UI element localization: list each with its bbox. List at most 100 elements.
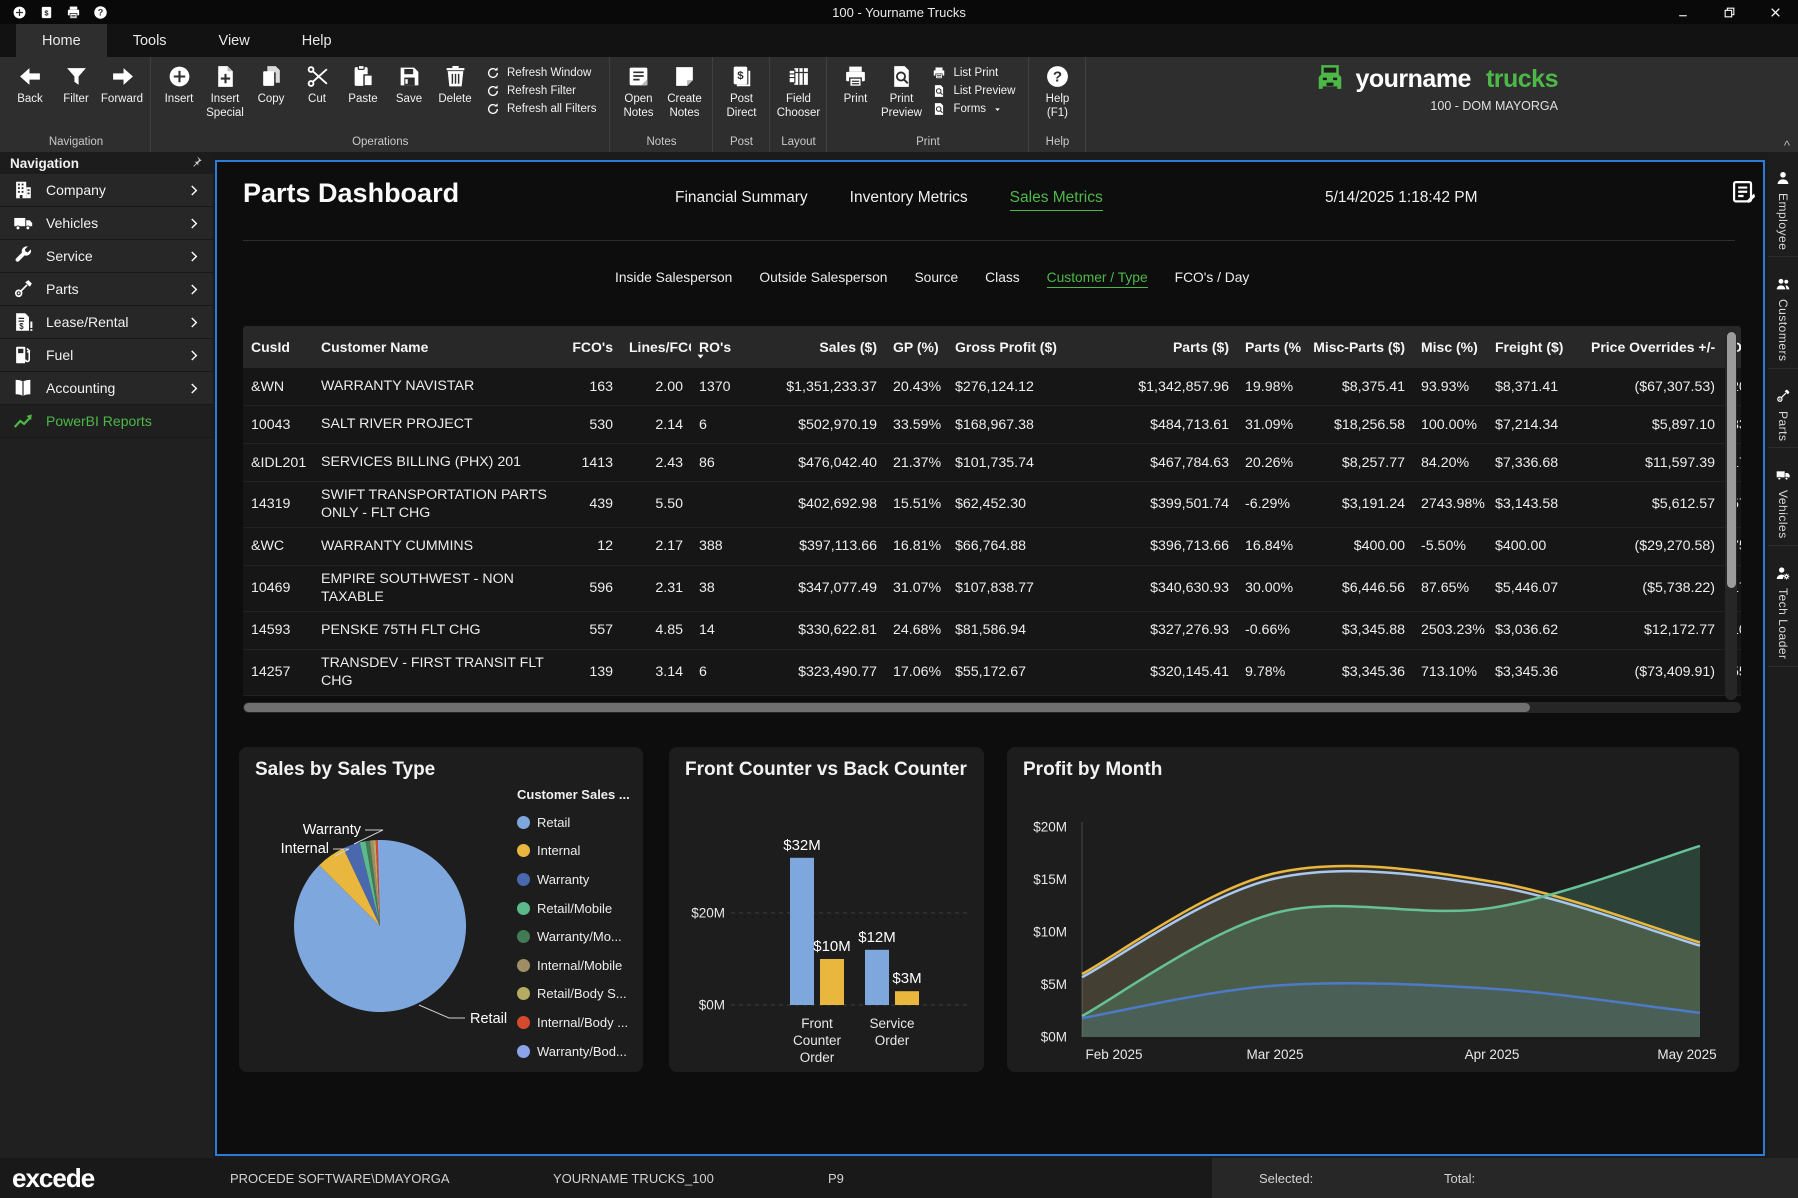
insert-button[interactable]: Insert	[156, 59, 202, 107]
insert-special-button[interactable]: Insert Special	[202, 59, 248, 120]
back-button[interactable]: Back	[7, 59, 53, 107]
copy-button[interactable]: Copy	[248, 59, 294, 107]
tab-sales-metrics[interactable]: Sales Metrics	[1010, 189, 1103, 211]
column-header-price-overrides[interactable]: Price Overrides +/-	[1583, 339, 1723, 355]
sidebar-item-lease-rental[interactable]: $Lease/Rental	[0, 306, 213, 339]
column-header-sales[interactable]: Sales ($)	[755, 339, 885, 355]
qat-cash-button[interactable]: $	[39, 5, 54, 20]
column-header-parts[interactable]: Parts ($)	[1097, 339, 1237, 355]
area-chart[interactable]: $0M$5M$10M$15M$20MFeb 2025Mar 2025Apr 20…	[1007, 747, 1739, 1072]
table-horizontal-scrollbar[interactable]	[243, 702, 1741, 713]
bar-chart[interactable]: $0M$20M$32M$10MFrontCounterOrder$12M$3MS…	[669, 747, 984, 1072]
field-chooser-button[interactable]: Field Chooser	[775, 59, 821, 120]
refresh-filter-button[interactable]: Refresh Filter	[486, 84, 596, 98]
sidebar-item-powerbi-reports[interactable]: PowerBI Reports	[0, 405, 213, 438]
ribbon-tab-tools[interactable]: Tools	[107, 24, 193, 57]
column-header-cusid[interactable]: CusId	[243, 339, 313, 355]
bar-service-order-counter-sales[interactable]	[865, 950, 889, 1005]
table-row[interactable]: &WCWARRANTY CUMMINS122.17388$397,113.661…	[243, 528, 1741, 566]
side-tab-customers[interactable]: Customers	[1768, 270, 1798, 369]
sidebar-item-company[interactable]: Company	[0, 174, 213, 207]
refresh-window-button[interactable]: Refresh Window	[486, 66, 596, 80]
tab-financial-summary[interactable]: Financial Summary	[675, 189, 808, 211]
print-preview-button[interactable]: Print Preview	[878, 59, 924, 120]
sort-descending-icon[interactable]	[695, 352, 706, 361]
cut-button[interactable]: Cut	[294, 59, 340, 107]
subtab-fco-s-day[interactable]: FCO's / Day	[1175, 270, 1250, 288]
forward-button[interactable]: Forward	[99, 59, 145, 107]
legend-item-internal-mobile[interactable]: Internal/Mobile	[517, 951, 639, 980]
bar-front-counter-order-counter-sales[interactable]	[790, 858, 814, 1005]
table-row[interactable]: 10043SALT RIVER PROJECT5302.146$502,970.…	[243, 406, 1741, 444]
column-header-misc[interactable]: Misc (%)	[1413, 339, 1487, 355]
sidebar-item-accounting[interactable]: Accounting	[0, 372, 213, 405]
subtab-inside-salesperson[interactable]: Inside Salesperson	[615, 270, 732, 288]
column-header-freight[interactable]: Freight ($)	[1487, 339, 1583, 355]
legend-item-retail-mobile[interactable]: Retail/Mobile	[517, 894, 639, 923]
report-notes-icon[interactable]	[1730, 178, 1758, 206]
pin-icon[interactable]	[190, 155, 203, 171]
subtab-customer-type[interactable]: Customer / Type	[1047, 270, 1148, 288]
subtab-outside-salesperson[interactable]: Outside Salesperson	[759, 270, 887, 288]
legend-item-retail-body-s[interactable]: Retail/Body S...	[517, 980, 639, 1009]
list-preview-button[interactable]: List Preview	[932, 84, 1015, 98]
print-button[interactable]: Print	[832, 59, 878, 107]
list-print-button[interactable]: List Print	[932, 66, 1015, 80]
refresh-all-filters-button[interactable]: Refresh all Filters	[486, 102, 596, 116]
column-header-gp[interactable]: GP (%)	[885, 339, 947, 355]
table-vertical-scrollbar[interactable]	[1725, 328, 1737, 700]
column-header-gross-profit[interactable]: Gross Profit ($)	[947, 339, 1097, 355]
legend-item-internal[interactable]: Internal	[517, 837, 639, 866]
delete-button[interactable]: Delete	[432, 59, 478, 107]
restore-button[interactable]	[1706, 0, 1752, 24]
forms-button[interactable]: Forms	[932, 102, 1015, 116]
pie-chart[interactable]: WarrantyInternalRetail	[243, 785, 515, 1067]
side-tab-parts[interactable]: Parts	[1768, 382, 1798, 449]
sidebar-item-vehicles[interactable]: Vehicles	[0, 207, 213, 240]
sidebar-item-parts[interactable]: Parts	[0, 273, 213, 306]
bar-front-counter-order-back-counter[interactable]	[820, 959, 844, 1005]
vertical-scroll-thumb[interactable]	[1727, 332, 1736, 588]
side-tab-employee[interactable]: Employee	[1768, 164, 1798, 257]
column-header-misc-parts[interactable]: Misc-Parts ($)	[1301, 339, 1413, 355]
post-direct-button[interactable]: $Post Direct	[718, 59, 764, 120]
ribbon-tab-view[interactable]: View	[193, 24, 276, 57]
column-header-fco-s[interactable]: FCO's	[563, 339, 621, 355]
table-row[interactable]: 10469EMPIRE SOUTHWEST - NON TAXABLE5962.…	[243, 566, 1741, 612]
table-row[interactable]: 14319SWIFT TRANSPORTATION PARTS ONLY - F…	[243, 482, 1741, 528]
close-button[interactable]	[1752, 0, 1798, 24]
save-button[interactable]: Save	[386, 59, 432, 107]
open-notes-button[interactable]: Open Notes	[615, 59, 661, 120]
sidebar-item-service[interactable]: Service	[0, 240, 213, 273]
ribbon-tab-help[interactable]: Help	[276, 24, 358, 57]
bar-service-order-back-counter[interactable]	[895, 991, 919, 1005]
legend-item-retail[interactable]: Retail	[517, 808, 639, 837]
ribbon-tab-home[interactable]: Home	[16, 24, 107, 57]
qat-help-circle-button[interactable]: ?	[93, 5, 108, 20]
subtab-class[interactable]: Class	[985, 270, 1020, 288]
table-row[interactable]: 14593PENSKE 75TH FLT CHG5574.8514$330,62…	[243, 612, 1741, 650]
qat-printer-button[interactable]	[66, 5, 81, 20]
legend-item-warranty-bod[interactable]: Warranty/Bod...	[517, 1037, 639, 1066]
table-row[interactable]: &WNWARRANTY NAVISTAR1632.001370$1,351,23…	[243, 368, 1741, 406]
tab-inventory-metrics[interactable]: Inventory Metrics	[850, 189, 968, 211]
column-header-lines-fco[interactable]: Lines/FCO	[621, 339, 691, 355]
column-header-customer-name[interactable]: Customer Name	[313, 339, 563, 355]
horizontal-scroll-thumb[interactable]	[244, 703, 1530, 712]
subtab-source[interactable]: Source	[914, 270, 958, 288]
sidebar-item-fuel[interactable]: Fuel	[0, 339, 213, 372]
legend-item-warranty-mo[interactable]: Warranty/Mo...	[517, 922, 639, 951]
filter-button[interactable]: Filter	[53, 59, 99, 107]
side-tab-tech-loader[interactable]: Tech Loader	[1768, 559, 1798, 667]
legend-item-warranty[interactable]: Warranty	[517, 865, 639, 894]
qat-add-circle-button[interactable]	[12, 5, 27, 20]
create-notes-button[interactable]: Create Notes	[661, 59, 707, 120]
table-row[interactable]: &IDL201SERVICES BILLING (PHX) 20114132.4…	[243, 444, 1741, 482]
side-tab-vehicles[interactable]: Vehicles	[1768, 461, 1798, 546]
collapse-ribbon-icon[interactable]: ^	[1784, 138, 1790, 153]
column-header-parts[interactable]: Parts (%)	[1237, 339, 1301, 355]
paste-button[interactable]: Paste	[340, 59, 386, 107]
legend-item-internal-body[interactable]: Internal/Body ...	[517, 1008, 639, 1037]
help-f1-button[interactable]: ?Help (F1)	[1034, 59, 1080, 120]
table-row[interactable]: 14257TRANSDEV - FIRST TRANSIT FLT CHG139…	[243, 650, 1741, 696]
